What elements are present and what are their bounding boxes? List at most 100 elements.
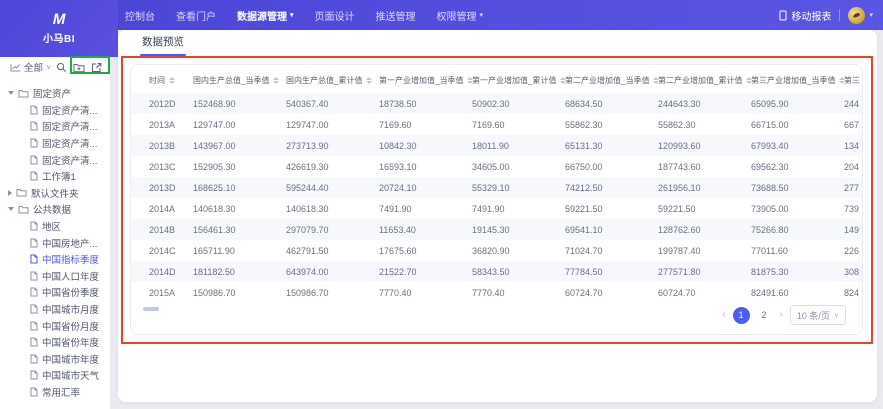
tree-file-item[interactable]: 固定资产清...: [0, 102, 110, 119]
tree-file-item[interactable]: 工作簿1: [0, 168, 110, 185]
logo-text: 小马BI: [43, 34, 75, 45]
column-header[interactable]: 第二产业增加值_累计值: [658, 75, 753, 86]
nav-item[interactable]: 数据源管理 ▾: [237, 8, 294, 23]
prev-page-button[interactable]: ‹: [722, 310, 725, 320]
column-header[interactable]: 国内生产总值_累计值: [286, 75, 379, 86]
sidebar-header: 全部 ∨: [0, 57, 110, 76]
new-folder-icon[interactable]: [73, 62, 85, 73]
column-header[interactable]: 第三: [844, 75, 862, 86]
sort-icon[interactable]: [169, 76, 175, 84]
tree-file-item[interactable]: 中国省份季度: [0, 284, 110, 301]
caret-down-icon[interactable]: [8, 207, 14, 212]
sort-icon[interactable]: [273, 76, 280, 84]
table-cell: 540367.40: [286, 98, 329, 109]
table-cell: 156461.30: [193, 224, 236, 235]
column-header[interactable]: 第一产业增加值_当季值: [379, 75, 474, 86]
tree-item-label: 固定资产清...: [42, 139, 98, 151]
tree-file-item[interactable]: 中国城市月度: [0, 301, 110, 318]
table-cell: 7491.90: [472, 203, 505, 214]
table-cell: 18738.50: [379, 98, 417, 109]
export-icon[interactable]: [91, 62, 102, 73]
tree-file-item[interactable]: 固定资产清...: [0, 135, 110, 152]
table-row[interactable]: 2013A 129747.00 129747.00 7169.60 7169.60 558…: [131, 114, 862, 135]
column-header[interactable]: 国内生产总值_当季值: [193, 75, 286, 86]
tab-label: 数据预览: [142, 36, 184, 48]
table-row[interactable]: 2014A 140618.30 140618.30 7491.90 7491.90 592…: [131, 198, 862, 219]
sidebar-tools: [56, 62, 107, 73]
table-cell: 11653.40: [379, 224, 416, 235]
tree-item-label: 固定资产: [33, 89, 72, 101]
column-header[interactable]: 第一产业增加值_累计值: [472, 75, 567, 86]
table-row[interactable]: 2014C 165711.90 462791.50 17675.60 36820.90 7…: [131, 240, 862, 261]
next-page-button[interactable]: ›: [780, 310, 783, 320]
table-cell: 20724.10: [379, 182, 417, 193]
tree-file-item[interactable]: 常用汇率: [0, 384, 110, 401]
tree-item-label: 默认文件夹: [31, 188, 79, 200]
tree-item-label: 地区: [42, 222, 62, 234]
tree-item-label: 中国人口年度: [42, 271, 100, 283]
tree-folder-item[interactable]: 默认文件夹: [0, 185, 110, 202]
table-row[interactable]: 2014D 181182.50 643974.00 21522.70 58343.50 7…: [131, 261, 862, 282]
tree-folder-item[interactable]: 固定资产: [0, 85, 110, 102]
tree-file-item[interactable]: 中国省份年度: [0, 334, 110, 351]
dataset-filter-dropdown[interactable]: 全部 ∨: [10, 60, 51, 74]
tree-file-item[interactable]: 固定资产清...: [0, 151, 110, 168]
table-cell: 69541.10: [565, 224, 603, 235]
page-button[interactable]: 2: [756, 307, 773, 324]
tree-file-item[interactable]: 中国指标季度: [0, 251, 110, 268]
table-cell: 19145.30: [472, 224, 510, 235]
file-icon: [30, 254, 38, 264]
tree-file-item[interactable]: 地区: [0, 218, 110, 235]
table-row[interactable]: 2013D 168625.10 595244.40 20724.10 55329.10 7…: [131, 177, 862, 198]
table-cell: 244643.30: [658, 98, 701, 109]
table-cell: 134: [844, 140, 860, 151]
app-logo[interactable]: M 小马BI: [0, 0, 118, 57]
tree-file-item[interactable]: 中国省份月度: [0, 317, 110, 334]
nav-menu: 控制台 查看门户 数据源管理 ▾ 页面设计 推送管理 权限管理 ▾: [125, 0, 483, 30]
nav-item[interactable]: 推送管理: [376, 8, 416, 23]
table-cell: 667: [844, 119, 860, 130]
tree-file-item[interactable]: 中国城市天气: [0, 367, 110, 384]
caret-down-icon[interactable]: [8, 91, 14, 96]
column-header-label: 第三产业增加值_当季值: [751, 75, 836, 85]
table-row[interactable]: 2013C 152905.30 426619.30 16593.10 34605.00 6…: [131, 156, 862, 177]
sort-icon[interactable]: [366, 76, 373, 84]
table-cell: 59221.50: [658, 203, 696, 214]
column-header-label: 国内生产总值_累计值: [286, 75, 363, 85]
column-header-label: 时间: [149, 75, 165, 85]
table-cell: 34605.00: [472, 161, 510, 172]
tree-file-item[interactable]: 中国城市年度: [0, 351, 110, 368]
table-cell: 21522.70: [379, 266, 417, 277]
tree-file-item[interactable]: 中国房地产...: [0, 234, 110, 251]
tree-file-item[interactable]: 固定资产清...: [0, 118, 110, 135]
nav-item-label: 数据源管理: [237, 11, 287, 23]
nav-item[interactable]: 控制台: [125, 8, 155, 23]
page-size-select[interactable]: 10 条/页 ∨: [789, 305, 846, 325]
app: M 小马BI 控制台 查看门户 数据源管理 ▾ 页面设计 推送管理 权限管理 ▾ 移动报表 ▾…: [0, 0, 883, 409]
table-row[interactable]: 2015A 150986.70 150986.70 7770.40 7770.40 607…: [131, 282, 862, 303]
table-cell: 739: [844, 203, 860, 214]
page-button[interactable]: 1: [732, 306, 750, 324]
nav-item[interactable]: 权限管理 ▾: [437, 8, 484, 23]
column-header[interactable]: 第三产业增加值_当季值: [751, 75, 846, 86]
tree-file-item[interactable]: 中国人口年度: [0, 268, 110, 285]
column-header[interactable]: 时间: [149, 75, 193, 86]
table-cell: 77011.60: [751, 245, 788, 256]
user-avatar[interactable]: ▾: [848, 6, 873, 24]
caret-right-icon[interactable]: [8, 189, 12, 196]
table-row[interactable]: 2013B 143967.00 273713.90 10842.30 18011.90 6…: [131, 135, 862, 156]
search-icon[interactable]: [56, 62, 67, 73]
nav-item[interactable]: 查看门户: [176, 8, 216, 23]
tree-item-label: 中国房地产...: [42, 238, 98, 250]
table-row[interactable]: 2012D 152468.90 540367.40 18738.50 50902.30 6…: [131, 93, 862, 114]
nav-item[interactable]: 页面设计: [315, 8, 355, 23]
table-cell: 7491.90: [379, 203, 412, 214]
column-header[interactable]: 第二产业增加值_当季值: [565, 75, 660, 86]
tree-folder-item[interactable]: 公共数据: [0, 201, 110, 218]
horizontal-scrollbar-thumb[interactable]: [143, 307, 159, 311]
file-icon: [30, 105, 38, 115]
table-cell: 261956.10: [658, 182, 701, 193]
tab-data-preview[interactable]: 数据预览: [140, 34, 186, 56]
table-row[interactable]: 2014B 156461.30 297079.70 11653.40 19145.30 6…: [131, 219, 862, 240]
mobile-report-button[interactable]: 移动报表: [779, 8, 831, 23]
